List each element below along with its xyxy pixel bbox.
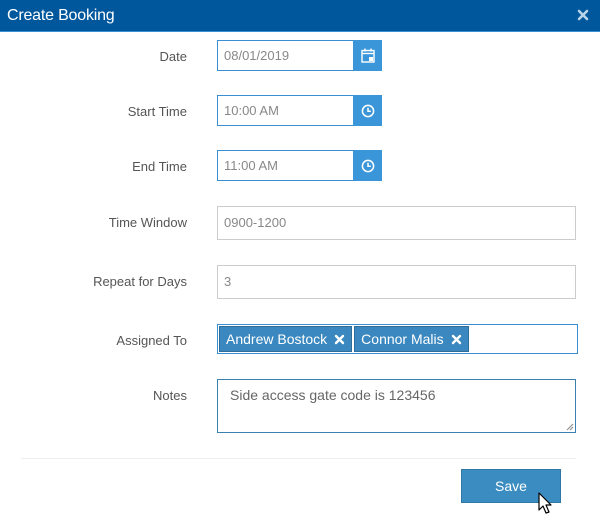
notes-label: Notes bbox=[153, 388, 187, 403]
calendar-icon bbox=[360, 48, 375, 63]
start-time-picker-button[interactable] bbox=[353, 95, 382, 126]
assigned-to-label: Assigned To bbox=[116, 333, 187, 348]
dialog-titlebar: Create Booking bbox=[0, 0, 600, 32]
end-time-picker-button[interactable] bbox=[353, 150, 382, 181]
assignee-tag: Andrew Bostock bbox=[219, 326, 353, 352]
date-input[interactable]: 08/01/2019 bbox=[217, 40, 354, 71]
start-time-label: Start Time bbox=[127, 104, 187, 119]
dialog-title: Create Booking bbox=[7, 7, 115, 24]
remove-tag-icon[interactable] bbox=[334, 334, 345, 345]
assignee-tag: Connor Malis bbox=[354, 326, 469, 352]
remove-tag-icon[interactable] bbox=[451, 334, 462, 345]
clock-icon bbox=[361, 104, 374, 117]
time-window-input[interactable]: 0900-1200 bbox=[217, 206, 576, 240]
date-picker-button[interactable] bbox=[353, 40, 382, 71]
end-time-input[interactable]: 11:00 AM bbox=[217, 150, 354, 181]
assignee-name: Connor Malis bbox=[361, 331, 444, 347]
end-time-label: End Time bbox=[132, 159, 187, 174]
repeat-for-days-label: Repeat for Days bbox=[93, 274, 187, 289]
resize-handle-icon[interactable] bbox=[565, 422, 574, 431]
notes-textarea[interactable]: Side access gate code is 123456 bbox=[217, 379, 576, 433]
date-label: Date bbox=[159, 49, 187, 64]
notes-text: Side access gate code is 123456 bbox=[230, 387, 436, 403]
assigned-to-multiselect[interactable]: Andrew Bostock Connor Malis bbox=[217, 324, 578, 354]
start-time-input[interactable]: 10:00 AM bbox=[217, 95, 354, 126]
assignee-name: Andrew Bostock bbox=[226, 331, 328, 347]
time-window-label: Time Window bbox=[108, 215, 187, 230]
save-button[interactable]: Save bbox=[461, 469, 561, 503]
repeat-for-days-input[interactable]: 3 bbox=[217, 265, 576, 299]
footer-divider bbox=[21, 458, 576, 459]
clock-icon bbox=[361, 159, 374, 172]
close-icon[interactable] bbox=[577, 9, 589, 21]
